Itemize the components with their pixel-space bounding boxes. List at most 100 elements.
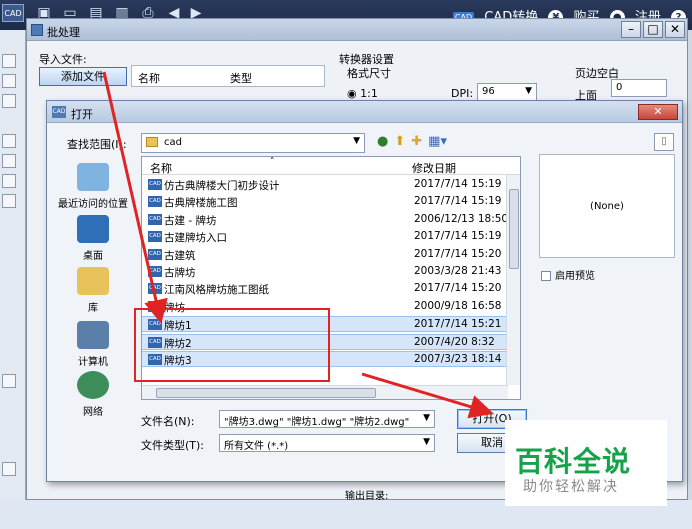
import-files-label: 导入文件: [39, 53, 87, 66]
ratio-value: 1:1 [360, 87, 378, 100]
file-modified-date: 2017/7/14 15:20 [414, 247, 502, 260]
import-list-header: 名称 类型 [131, 65, 325, 87]
place-desktop-label: 桌面 [83, 251, 103, 262]
left-tool-6[interactable] [2, 174, 16, 188]
file-list-header: 名称 ˄ 修改日期 [142, 157, 520, 175]
ratio-radio[interactable]: ◉ 1:1 [347, 87, 378, 100]
file-modified-date: 2003/3/28 21:43 [414, 265, 502, 277]
file-row[interactable]: CAD 仿古典牌楼大门初步设计 2017/7/14 15:19 [142, 177, 508, 193]
filetype-select[interactable]: 所有文件 (*.*) ▼ [219, 434, 435, 452]
place-computer-label: 计算机 [78, 357, 108, 368]
col-name-header[interactable]: 名称 [150, 160, 172, 176]
vertical-scroll-thumb[interactable] [509, 189, 519, 269]
watermark-title: 百科全说 [515, 445, 632, 478]
chevron-down-icon: ▼ [423, 413, 430, 423]
watermark-subtitle: 助你轻松解决 [523, 479, 619, 495]
close-button[interactable]: ✕ [665, 21, 685, 38]
filetype-label: 文件类型(T): [141, 439, 205, 452]
import-col-type[interactable]: 类型 [230, 70, 252, 86]
preview-toggle-icon[interactable]: ▯ [654, 133, 674, 151]
import-col-name[interactable]: 名称 [138, 70, 160, 86]
file-row[interactable]: CAD 古牌坊 2003/3/28 21:43 [142, 264, 508, 280]
left-tool-1[interactable] [2, 54, 16, 68]
file-modified-date: 2006/12/13 18:50 [414, 212, 509, 225]
cad-file-icon: CAD [148, 196, 162, 208]
filename-input[interactable]: "牌坊3.dwg" "牌坊1.dwg" "牌坊2.dwg" ▼ [219, 410, 435, 428]
cad-file-icon: CAD [148, 231, 162, 243]
file-modified-date: 2000/9/18 16:58 [414, 299, 502, 312]
app-left-toolbar [0, 30, 26, 529]
dpi-value: 96 [482, 86, 495, 97]
horizontal-scroll-thumb[interactable] [156, 388, 376, 398]
batch-window-title: 批处理 [47, 26, 80, 39]
recent-places-icon [77, 163, 109, 191]
file-modified-date: 2017/7/14 15:19 [414, 195, 502, 208]
app-logo: CAD [2, 4, 24, 22]
left-tool-9[interactable] [2, 462, 16, 476]
batch-window-icon [31, 24, 43, 36]
enable-preview-checkbox[interactable]: 启用预览 [541, 267, 595, 282]
place-network[interactable]: 网络 [51, 371, 135, 418]
filetype-value: 所有文件 (*.*) [224, 441, 289, 452]
up-folder-icon[interactable]: ⬆ [394, 134, 405, 149]
file-name: 古典牌楼施工图 [164, 197, 238, 210]
place-recent[interactable]: 最近访问的位置 [51, 163, 135, 210]
file-row[interactable]: CAD 古典牌楼施工图 2017/7/14 15:19 [142, 194, 508, 210]
lookin-label: 查找范围(I): [67, 138, 127, 151]
place-computer[interactable]: 计算机 [51, 321, 135, 368]
place-libraries[interactable]: 库 [51, 267, 135, 314]
file-row[interactable]: CAD 江南风格牌坊施工图纸 2017/7/14 15:20 [142, 281, 508, 297]
col-modified-header[interactable]: 修改日期 [412, 160, 456, 176]
left-tool-5[interactable] [2, 154, 16, 168]
left-tool-4[interactable] [2, 134, 16, 148]
left-tool-8[interactable] [2, 374, 16, 388]
view-menu-icon[interactable]: ▦▾ [428, 134, 447, 149]
new-folder-icon[interactable]: ✚ [411, 134, 422, 149]
file-name: 江南风格牌坊施工图纸 [164, 284, 269, 297]
file-row[interactable]: CAD 古建筑 2017/7/14 15:20 [142, 247, 508, 263]
cad-file-icon: CAD [148, 266, 162, 277]
margin-top-input[interactable]: 0 [611, 79, 667, 97]
lookin-select[interactable]: cad ▼ [141, 133, 365, 153]
filename-label: 文件名(N): [141, 415, 195, 428]
maximize-button[interactable]: □ [643, 21, 663, 38]
file-row[interactable]: CAD 古建 - 牌坊 2006/12/13 18:50 [142, 212, 508, 228]
chevron-down-icon: ▼ [353, 136, 360, 146]
file-modified-date: 2017/7/14 15:19 [414, 178, 502, 190]
enable-preview-label: 启用预览 [555, 271, 595, 282]
file-row[interactable]: CAD 古建牌坊入口 2017/7/14 15:19 [142, 229, 508, 245]
dialog-close-button[interactable]: ✕ [638, 104, 678, 120]
file-name: 古建牌坊入口 [164, 232, 227, 245]
left-tool-3[interactable] [2, 94, 16, 108]
libraries-icon [77, 267, 109, 295]
chevron-down-icon: ▼ [423, 437, 430, 447]
add-file-button[interactable]: 添加文件 [39, 67, 127, 86]
filename-value: "牌坊3.dwg" "牌坊1.dwg" "牌坊2.dwg" [224, 417, 410, 428]
place-desktop[interactable]: 桌面 [51, 215, 135, 262]
chevron-down-icon: ▼ [525, 86, 532, 96]
left-tool-2[interactable] [2, 74, 16, 88]
annotation-highlight-box [134, 308, 330, 382]
computer-icon [77, 321, 109, 349]
file-name: 古建筑 [164, 249, 196, 262]
network-icon [77, 371, 109, 399]
file-modified-date: 2017/7/14 15:21 [414, 318, 502, 331]
sort-up-icon: ˄ [270, 157, 275, 167]
preview-pane: (None) [539, 154, 675, 258]
file-modified-date: 2017/7/14 15:19 [414, 230, 502, 243]
back-icon[interactable]: ● [377, 134, 388, 149]
batch-titlebar: 批处理 – □ ✕ [27, 19, 687, 41]
file-name: 古建 - 牌坊 [164, 214, 217, 227]
vertical-scrollbar[interactable] [506, 175, 520, 385]
left-tool-7[interactable] [2, 194, 16, 208]
cad-file-icon: CAD [52, 106, 66, 118]
nav-toolbar: ● ⬆ ✚ ▦▾ [377, 134, 453, 149]
horizontal-scrollbar[interactable] [142, 385, 508, 399]
open-dialog-title: 打开 [71, 108, 93, 121]
desktop-icon [77, 215, 109, 243]
place-libraries-label: 库 [88, 303, 98, 314]
cad-file-icon: CAD [148, 283, 162, 295]
minimize-button[interactable]: – [621, 21, 641, 38]
watermark: 百科全说 助你轻松解决 [505, 420, 667, 506]
dpi-select[interactable]: 96 ▼ [477, 83, 537, 101]
